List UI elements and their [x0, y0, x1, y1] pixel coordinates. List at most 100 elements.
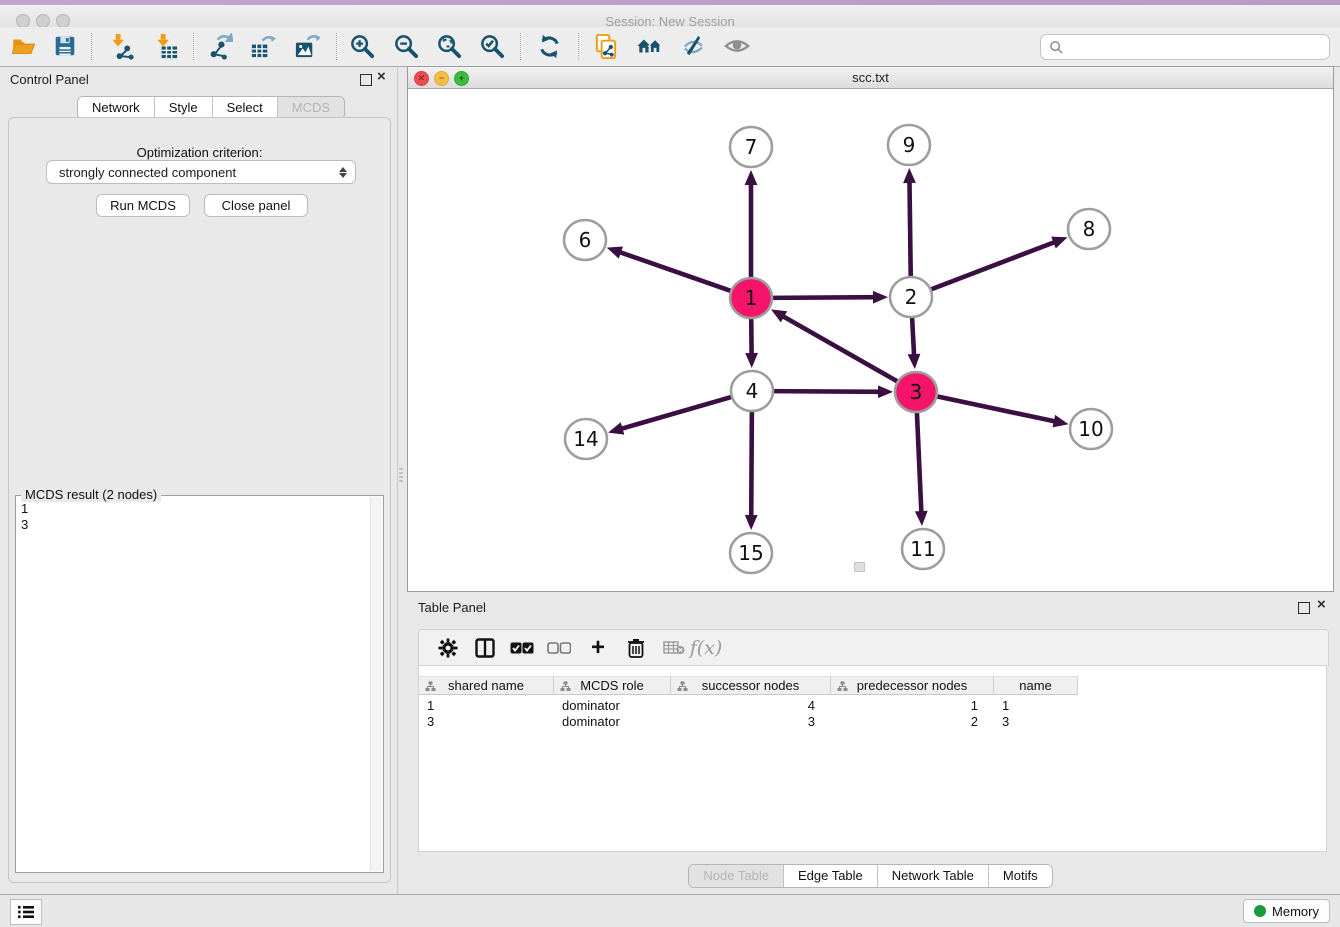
tab-network-table[interactable]: Network Table: [878, 865, 989, 887]
cell-predecessor-nodes[interactable]: 2: [831, 713, 994, 729]
graph-edge-1-2[interactable]: [770, 297, 876, 298]
graph-edge-3-1[interactable]: [781, 315, 899, 382]
import-table-icon[interactable]: [147, 29, 183, 63]
refresh-layout-icon[interactable]: [531, 29, 567, 63]
network-window-title: scc.txt: [408, 70, 1333, 85]
show-hide-details-eye-icon[interactable]: [719, 29, 755, 63]
tab-mcds[interactable]: MCDS: [278, 97, 344, 119]
table-options-gear-icon[interactable]: [433, 634, 463, 662]
graph-edge-arrow: [878, 385, 893, 398]
graph-edge-2-9[interactable]: [909, 180, 910, 278]
function-builder-icon: f(x): [691, 634, 721, 662]
export-table-icon[interactable]: [244, 29, 280, 63]
home-icon[interactable]: [631, 29, 667, 63]
table-row[interactable]: 1dominator411: [419, 697, 1078, 713]
result-scrollbar[interactable]: [370, 497, 382, 871]
zoom-out-icon[interactable]: [388, 29, 424, 63]
graph-node-label-1: 1: [745, 286, 758, 310]
graph-node-label-6: 6: [579, 228, 592, 252]
control-panel-close-icon[interactable]: ×: [377, 72, 386, 82]
mcds-result-list[interactable]: 1 3: [21, 501, 28, 533]
cell-name[interactable]: 3: [994, 713, 1078, 729]
node-table: shared nameMCDS rolesuccessor nodesprede…: [418, 665, 1327, 852]
graph-edge-3-11[interactable]: [917, 411, 922, 514]
cell-shared-name[interactable]: 3: [419, 713, 554, 729]
save-session-icon[interactable]: [47, 29, 83, 63]
deselect-all-checks-icon[interactable]: [544, 634, 574, 662]
graph-edge-1-6[interactable]: [618, 252, 733, 292]
graph-node-label-14: 14: [573, 427, 598, 451]
optimization-criterion-select[interactable]: strongly connected component: [46, 160, 356, 184]
graph-edge-4-14[interactable]: [620, 396, 734, 429]
import-network-icon[interactable]: [102, 29, 138, 63]
memory-button[interactable]: Memory: [1243, 899, 1330, 923]
column-header-shared-name[interactable]: shared name: [419, 676, 554, 695]
add-column-icon[interactable]: +: [583, 634, 613, 662]
open-file-icon[interactable]: [5, 29, 41, 63]
main-titlebar: Session: New Session: [0, 5, 1340, 27]
splitter-grip[interactable]: [398, 466, 404, 484]
export-network-icon[interactable]: [201, 29, 237, 63]
canvas-scroll-thumb[interactable]: [854, 562, 865, 572]
export-image-icon[interactable]: [288, 29, 324, 63]
tab-select[interactable]: Select: [213, 97, 278, 119]
memory-status-dot: [1254, 905, 1266, 917]
mcds-result-title: MCDS result (2 nodes): [21, 487, 161, 502]
table-row[interactable]: 3dominator323: [419, 713, 1078, 729]
graph-edge-4-3[interactable]: [771, 391, 881, 392]
graph-node-label-2: 2: [905, 285, 918, 309]
cell-MCDS-role[interactable]: dominator: [554, 713, 671, 729]
graph-node-label-10: 10: [1078, 417, 1103, 441]
table-panel-title: Table Panel: [418, 600, 486, 615]
column-header-predecessor-nodes[interactable]: predecessor nodes: [831, 676, 994, 695]
graph-edge-2-3[interactable]: [912, 316, 914, 357]
column-header-MCDS-role[interactable]: MCDS role: [554, 676, 671, 695]
network-view-window: ✕ − + scc.txt 7968124314101511: [407, 66, 1334, 592]
graph-node-label-3: 3: [910, 380, 923, 404]
delete-column-trash-icon[interactable]: [621, 634, 651, 662]
zoom-selected-icon[interactable]: [474, 29, 510, 63]
cell-predecessor-nodes[interactable]: 1: [831, 697, 994, 713]
graph-edge-4-15[interactable]: [751, 410, 752, 518]
zoom-in-icon[interactable]: [344, 29, 380, 63]
cell-MCDS-role[interactable]: dominator: [554, 697, 671, 713]
zoom-fit-icon[interactable]: [431, 29, 467, 63]
network-canvas[interactable]: 7968124314101511: [408, 89, 1333, 591]
task-history-button[interactable]: [10, 899, 42, 925]
search-input[interactable]: [1068, 37, 1329, 57]
split-columns-icon[interactable]: [470, 634, 500, 662]
cell-shared-name[interactable]: 1: [419, 697, 554, 713]
tab-motifs[interactable]: Motifs: [989, 865, 1052, 887]
column-header-name[interactable]: name: [994, 676, 1078, 695]
tab-node-table[interactable]: Node Table: [689, 865, 784, 887]
table-panel-float-icon[interactable]: [1298, 602, 1310, 614]
graph-edge-3-10[interactable]: [935, 396, 1057, 422]
table-header-row: shared nameMCDS rolesuccessor nodesprede…: [419, 676, 1078, 695]
tab-network[interactable]: Network: [78, 97, 155, 119]
style-preview-icon[interactable]: [674, 29, 710, 63]
status-bar: Memory: [0, 894, 1340, 927]
select-all-checks-icon[interactable]: [507, 634, 537, 662]
search-icon: [1049, 40, 1064, 55]
graph-edge-arrow: [903, 168, 916, 183]
close-panel-button[interactable]: Close panel: [204, 194, 308, 217]
column-header-successor-nodes[interactable]: successor nodes: [671, 676, 831, 695]
memory-label: Memory: [1272, 904, 1319, 919]
graph-node-label-8: 8: [1083, 217, 1096, 241]
graph-edge-arrow: [915, 511, 928, 526]
graph-edge-2-8[interactable]: [929, 241, 1057, 290]
control-panel-float-icon[interactable]: [360, 74, 372, 86]
table-panel-close-icon[interactable]: ×: [1317, 600, 1326, 610]
cell-successor-nodes[interactable]: 3: [671, 713, 831, 729]
run-mcds-button[interactable]: Run MCDS: [96, 194, 190, 217]
graph-edge-arrow: [1051, 237, 1067, 249]
table-panel-tabs: Node TableEdge TableNetwork TableMotifs: [688, 864, 1052, 888]
cell-name[interactable]: 1: [994, 697, 1078, 713]
cell-successor-nodes[interactable]: 4: [671, 697, 831, 713]
tab-style[interactable]: Style: [155, 97, 213, 119]
search-box: [1040, 34, 1330, 60]
graph-edge-arrow: [908, 354, 921, 369]
duplicate-network-icon[interactable]: [587, 29, 623, 63]
tab-edge-table[interactable]: Edge Table: [784, 865, 878, 887]
selected-criterion: strongly connected component: [47, 165, 333, 180]
